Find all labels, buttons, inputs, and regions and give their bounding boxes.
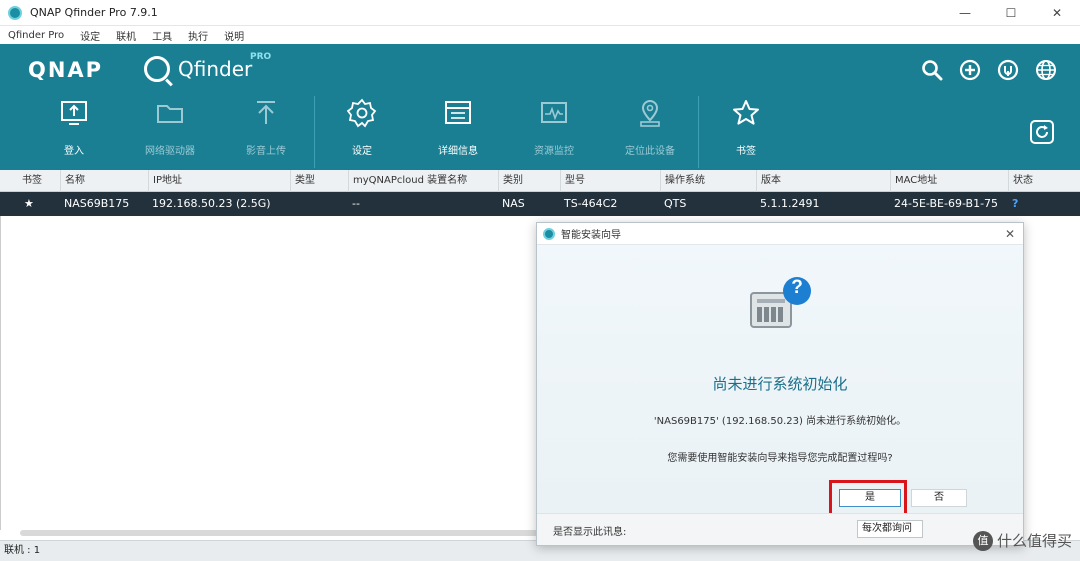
- menu-connect[interactable]: 联机: [108, 28, 144, 43]
- toolbar-media-upload[interactable]: 影音上传: [226, 98, 306, 157]
- column-name[interactable]: 名称: [60, 170, 148, 192]
- menu-bar: Qfinder Pro 设定 联机 工具 执行 说明: [0, 26, 1080, 44]
- status-help-icon[interactable]: ?: [1012, 192, 1018, 216]
- toolbar-settings[interactable]: 设定: [322, 98, 402, 157]
- header-top: QNAP Qfinder PRO: [0, 44, 1080, 94]
- cell-name: NAS69B175: [64, 197, 130, 210]
- watermark-badge-icon: 值: [972, 530, 993, 551]
- site-watermark: 值 什么值得买: [972, 530, 1072, 551]
- qfinder-logo-icon: [144, 56, 170, 82]
- dialog-body: ? 尚未进行系统初始化 'NAS69B175' (192.168.50.23) …: [537, 245, 1023, 522]
- maximize-button[interactable]: ☐: [988, 0, 1034, 26]
- question-badge-icon: ?: [791, 277, 803, 298]
- menu-qfinder-pro[interactable]: Qfinder Pro: [0, 30, 72, 41]
- toolbar-separator: [314, 96, 315, 168]
- cell-version: 5.1.1.2491: [760, 197, 820, 210]
- toolbar-login-label: 登入: [64, 146, 84, 157]
- bookmark-star-icon[interactable]: ★: [24, 192, 34, 216]
- qnap-logo: QNAP: [28, 58, 104, 82]
- search-icon[interactable]: [920, 58, 944, 82]
- toolbar-resource-monitor[interactable]: 资源监控: [514, 98, 594, 157]
- app-icon: [8, 5, 22, 20]
- details-icon: [443, 98, 473, 128]
- column-bookmark[interactable]: 书签: [0, 170, 60, 192]
- pro-tag: PRO: [250, 52, 272, 62]
- show-message-select[interactable]: 每次都询问: [857, 520, 923, 538]
- show-message-label: 是否显示此讯息:: [553, 527, 627, 538]
- window-title: QNAP Qfinder Pro 7.9.1: [30, 6, 158, 19]
- dialog-footer: 是否显示此讯息: 每次都询问: [537, 513, 1023, 545]
- folder-icon: [155, 98, 185, 128]
- device-table-header: 书签 名称 IP地址 类型 myQNAPcloud 装置名称 类别 型号 操作系…: [0, 170, 1080, 192]
- column-version[interactable]: 版本: [756, 170, 890, 192]
- watermark-text: 什么值得买: [996, 532, 1072, 550]
- add-icon[interactable]: [958, 58, 982, 82]
- locate-icon: [635, 98, 665, 128]
- cell-ip: 192.168.50.23 (2.5G): [152, 197, 271, 210]
- nas-device-icon: ?: [749, 275, 811, 345]
- qfinder-logo-text: Qfinder: [178, 57, 253, 81]
- power-icon[interactable]: [996, 58, 1020, 82]
- toolbar-locate-device[interactable]: 定位此设备: [610, 98, 690, 157]
- toolbar-details[interactable]: 详细信息: [418, 98, 498, 157]
- column-ip[interactable]: IP地址: [148, 170, 290, 192]
- login-icon: [59, 98, 89, 128]
- horizontal-scrollbar[interactable]: [20, 530, 540, 536]
- column-cloud-name[interactable]: myQNAPcloud 装置名称: [348, 170, 498, 192]
- menu-help[interactable]: 说明: [216, 28, 252, 43]
- upload-icon: [251, 98, 281, 128]
- cell-model: TS-464C2: [564, 197, 618, 210]
- cell-os: QTS: [664, 197, 687, 210]
- close-button[interactable]: ✕: [1034, 0, 1080, 26]
- toolbar-separator: [698, 96, 699, 168]
- cell-category: NAS: [502, 197, 525, 210]
- app-header: QNAP Qfinder PRO 登入 网络驱动器 影音上传 设定 详细信息 资…: [0, 44, 1080, 170]
- toolbar: 登入 网络驱动器 影音上传 设定 详细信息 资源监控 定位此设备 书签: [0, 94, 1080, 170]
- toolbar-network-drive[interactable]: 网络驱动器: [130, 98, 210, 157]
- menu-settings[interactable]: 设定: [72, 28, 108, 43]
- smart-install-dialog: 智能安装向导 ✕ ? 尚未进行系统初始化 'NAS69B175' (192.16…: [536, 222, 1024, 546]
- minimize-button[interactable]: —: [942, 0, 988, 26]
- refresh-icon[interactable]: [1030, 120, 1054, 144]
- dialog-title-bar: 智能安装向导 ✕: [537, 223, 1023, 245]
- dialog-message-question: 您需要使用智能安装向导来指导您完成配置过程吗?: [667, 453, 893, 464]
- monitor-icon: [539, 98, 569, 128]
- cell-cloud-name: --: [352, 197, 360, 210]
- dialog-title: 智能安装向导: [561, 230, 621, 241]
- toolbar-resource-monitor-label: 资源监控: [534, 146, 574, 157]
- dialog-close-icon[interactable]: ✕: [1005, 227, 1015, 241]
- column-mac[interactable]: MAC地址: [890, 170, 1008, 192]
- column-type[interactable]: 类型: [290, 170, 348, 192]
- toolbar-login[interactable]: 登入: [34, 98, 114, 157]
- dialog-heading: 尚未进行系统初始化: [712, 375, 848, 393]
- dialog-message-status: 'NAS69B175' (192.168.50.23) 尚未进行系统初始化。: [653, 416, 907, 427]
- toolbar-details-label: 详细信息: [438, 146, 478, 157]
- toolbar-locate-device-label: 定位此设备: [625, 146, 675, 157]
- toolbar-media-upload-label: 影音上传: [246, 146, 286, 157]
- window-controls: — ☐ ✕: [942, 0, 1080, 26]
- qfinder-logo: Qfinder PRO: [144, 52, 271, 82]
- menu-execute[interactable]: 执行: [180, 28, 216, 43]
- title-bar: QNAP Qfinder Pro 7.9.1 — ☐ ✕: [0, 0, 1080, 26]
- cell-mac: 24-5E-BE-69-B1-75: [894, 197, 999, 210]
- table-row[interactable]: ★ NAS69B175 192.168.50.23 (2.5G) -- NAS …: [0, 192, 1080, 216]
- menu-tools[interactable]: 工具: [144, 28, 180, 43]
- toolbar-bookmark[interactable]: 书签: [706, 98, 786, 157]
- column-category[interactable]: 类别: [498, 170, 560, 192]
- yes-button[interactable]: 是: [839, 489, 901, 507]
- column-os[interactable]: 操作系统: [660, 170, 756, 192]
- gear-icon: [347, 98, 377, 128]
- column-status[interactable]: 状态: [1008, 170, 1080, 192]
- toolbar-network-drive-label: 网络驱动器: [145, 146, 195, 157]
- star-icon: [731, 98, 761, 128]
- dialog-app-icon: [543, 227, 555, 240]
- toolbar-settings-label: 设定: [352, 146, 372, 157]
- column-model[interactable]: 型号: [560, 170, 660, 192]
- toolbar-bookmark-label: 书签: [736, 146, 756, 157]
- header-actions: [920, 58, 1058, 82]
- no-button[interactable]: 否: [911, 489, 967, 507]
- globe-icon[interactable]: [1034, 58, 1058, 82]
